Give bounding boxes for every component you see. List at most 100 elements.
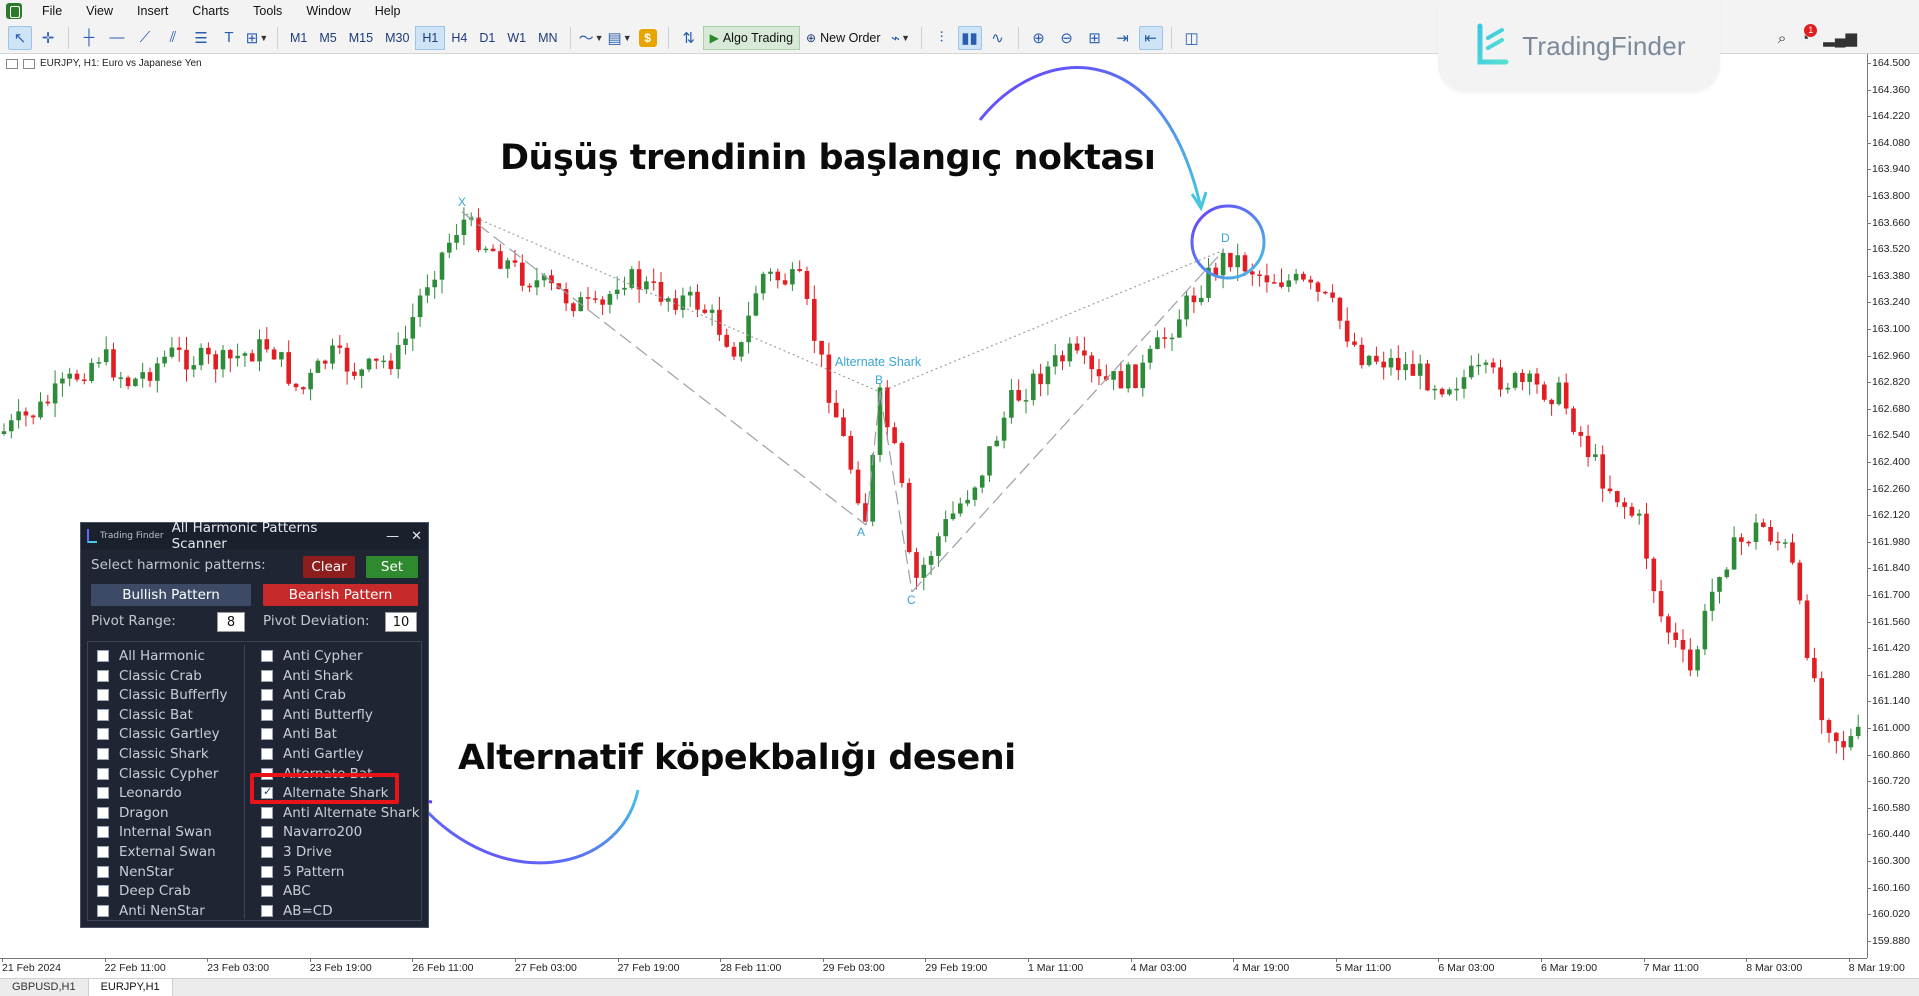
pattern-checkbox[interactable] (261, 904, 273, 917)
pattern-checkbox[interactable] (261, 846, 273, 858)
pattern-checkbox[interactable] (261, 689, 273, 702)
pattern-checkbox[interactable] (97, 650, 109, 662)
market-icon[interactable]: $ (636, 26, 660, 50)
pattern-checkbox[interactable] (97, 728, 109, 741)
algo-trading-button[interactable]: ▶ Algo Trading (702, 25, 801, 50)
pattern-checkbox-item[interactable]: Anti Butterfly (261, 706, 373, 724)
time-axis[interactable]: 21 Feb 2024 22 Feb 11:00 23 Feb 03:00 23 Fe… (0, 958, 1905, 978)
menu-view[interactable]: View (74, 0, 125, 22)
zoom-out-icon[interactable]: ⊖ (1055, 26, 1079, 50)
pattern-checkbox-item[interactable]: Anti Alternate Shark (261, 804, 420, 822)
pattern-checkbox[interactable] (261, 728, 273, 741)
timeframe-w1[interactable]: W1 (501, 26, 532, 50)
search-icon[interactable]: ⌕ (1778, 30, 1786, 47)
pattern-checkbox-item[interactable]: Leonardo (97, 784, 182, 802)
pivot-range-input[interactable]: 8 (217, 612, 245, 632)
pattern-checkbox-item[interactable]: Classic Bat (97, 706, 193, 724)
pattern-checkbox-item[interactable]: NenStar (97, 863, 174, 881)
vertical-line-icon[interactable]: ┼ (77, 26, 101, 50)
pattern-checkbox-item[interactable]: 3 Drive (261, 843, 332, 861)
pivot-deviation-input[interactable]: 10 (385, 612, 417, 632)
pattern-checkbox-item[interactable]: Navarro200 (261, 823, 362, 841)
pattern-checkbox[interactable] (97, 904, 109, 917)
trendline-icon[interactable]: ⟋ (133, 26, 157, 50)
clear-button[interactable]: Clear (303, 556, 355, 578)
pattern-checkbox[interactable] (97, 669, 109, 682)
pattern-checkbox[interactable] (97, 806, 109, 819)
price-axis[interactable]: 164.500 164.360 164.220 164.080 163.940 163.8… (1867, 54, 1919, 958)
pattern-checkbox-item[interactable]: 5 Pattern (261, 863, 344, 881)
set-button[interactable]: Set (366, 556, 418, 578)
menu-window[interactable]: Window (294, 0, 362, 22)
pattern-checkbox[interactable] (97, 748, 109, 760)
templates-icon[interactable]: ▤ ▼ (608, 26, 632, 50)
timeframe-m15[interactable]: M15 (343, 26, 379, 50)
timeframe-m5[interactable]: M5 (313, 26, 342, 50)
pattern-checkbox[interactable] (97, 689, 109, 702)
tile-windows-icon[interactable]: ⊞ (1083, 26, 1107, 50)
timeframe-m1[interactable]: M1 (284, 26, 313, 50)
timeframe-d1[interactable]: D1 (473, 26, 501, 50)
close-icon[interactable]: ✕ (411, 529, 422, 544)
pattern-checkbox-item[interactable]: Anti Cypher (261, 647, 363, 665)
trade-history-icon[interactable]: ⌁ ▼ (889, 26, 913, 50)
shapes-icon[interactable]: ⊞ ▼ (245, 26, 269, 50)
timeframe-mn[interactable]: MN (532, 26, 563, 50)
pattern-checkbox[interactable] (97, 708, 109, 721)
menu-charts[interactable]: Charts (180, 0, 241, 22)
tab-gbpusd[interactable]: GBPUSD,H1 (0, 979, 89, 996)
pattern-checkbox[interactable] (261, 650, 273, 662)
screenshot-icon[interactable]: ◫ (1180, 26, 1204, 50)
bullish-pattern-button[interactable]: Bullish Pattern (91, 584, 251, 606)
pattern-checkbox-item[interactable]: Anti Bat (261, 725, 337, 743)
pattern-checkbox-item[interactable]: Classic Gartley (97, 725, 220, 743)
pattern-checkbox-item[interactable]: External Swan (97, 843, 216, 861)
pattern-checkbox-item[interactable]: AB=CD (261, 902, 333, 920)
pattern-checkbox-item[interactable]: Classic Crab (97, 667, 202, 685)
signals-icon[interactable]: ⇅ (677, 26, 701, 50)
pattern-checkbox-item[interactable]: All Harmonic (97, 647, 205, 665)
chart-shift-icon[interactable]: ⇥ (1111, 26, 1135, 50)
channel-icon[interactable]: ⫽ (161, 26, 185, 50)
pattern-checkbox-item[interactable]: ABC (261, 882, 311, 900)
pattern-checkbox[interactable] (261, 826, 273, 839)
line-chart-icon[interactable]: ∿ (986, 26, 1010, 50)
pattern-checkbox[interactable] (97, 885, 109, 898)
pattern-checkbox[interactable] (97, 865, 109, 878)
timeframe-h1[interactable]: H1 (415, 25, 446, 50)
pattern-checkbox[interactable] (261, 748, 273, 760)
bar-chart-icon[interactable]: ⫶ (930, 26, 954, 50)
pattern-checkbox[interactable] (261, 885, 273, 898)
menu-tools[interactable]: Tools (241, 0, 294, 22)
pattern-checkbox[interactable] (97, 787, 109, 800)
pattern-checkbox-item[interactable]: Anti Shark (261, 667, 353, 685)
bearish-pattern-button[interactable]: Bearish Pattern (263, 584, 418, 606)
pattern-checkbox[interactable] (97, 846, 109, 858)
horizontal-line-icon[interactable]: — (105, 26, 129, 50)
text-tool-icon[interactable]: T (217, 26, 241, 50)
tab-eurjpy[interactable]: EURJPY,H1 (88, 979, 173, 996)
pattern-checkbox-item[interactable]: Deep Crab (97, 882, 191, 900)
pattern-checkbox[interactable] (261, 865, 273, 878)
pattern-checkbox[interactable] (97, 826, 109, 839)
pattern-checkbox[interactable] (261, 806, 273, 819)
pattern-checkbox-item[interactable]: Classic Cypher (97, 765, 218, 783)
candlestick-chart-icon[interactable]: ▮▮ (957, 25, 982, 50)
pattern-checkbox-item[interactable]: Classic Bufferfly (97, 686, 227, 704)
fibonacci-icon[interactable]: ☰ (189, 26, 213, 50)
new-order-button[interactable]: ⊕ New Order (800, 26, 887, 50)
pattern-checkbox-item[interactable]: Anti NenStar (97, 902, 205, 920)
pattern-checkbox-item[interactable]: Anti Gartley (261, 745, 364, 763)
crosshair-icon[interactable]: ✛ (36, 26, 60, 50)
timeframe-m30[interactable]: M30 (379, 26, 415, 50)
zoom-in-icon[interactable]: ⊕ (1027, 26, 1051, 50)
menu-help[interactable]: Help (363, 0, 413, 22)
minimize-icon[interactable]: — (386, 529, 399, 544)
autoscroll-icon[interactable]: ⇤ (1138, 25, 1163, 50)
pattern-checkbox-item[interactable]: Internal Swan (97, 823, 212, 841)
pattern-checkbox[interactable] (261, 669, 273, 682)
pattern-checkbox[interactable] (97, 767, 109, 780)
pattern-checkbox-item[interactable]: Anti Crab (261, 686, 346, 704)
pattern-checkbox-item[interactable]: Classic Shark (97, 745, 209, 763)
pattern-checkbox[interactable] (261, 708, 273, 721)
